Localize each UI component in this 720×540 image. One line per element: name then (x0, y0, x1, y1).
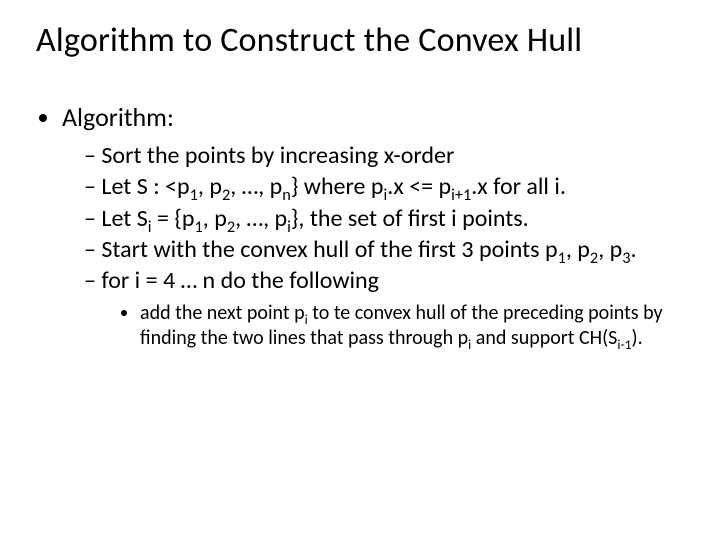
subscript: 2 (222, 185, 230, 205)
bullet-list-level2: Sort the points by increasing x-orderLet… (62, 141, 684, 350)
bullet-item: Let S : <p1, p2, …, pn} where pi.x <= pi… (84, 172, 684, 201)
bullet-item: for i = 4 … n do the followingadd the ne… (84, 266, 684, 350)
subscript: i (305, 311, 308, 328)
bullet-item: Start with the convex hull of the first … (84, 235, 684, 264)
subscript: i (287, 216, 291, 236)
bullet-text: Algorithm: (62, 101, 174, 133)
bullet-item: Algorithm: Sort the points by increasing… (62, 101, 684, 350)
subscript: 2 (590, 248, 598, 268)
slide-title: Algorithm to Construct the Convex Hull (36, 20, 684, 61)
slide: Algorithm to Construct the Convex Hull A… (0, 0, 720, 540)
subscript: i (148, 216, 152, 236)
bullet-item: add the next point pi to te convex hull … (140, 301, 684, 350)
subscript: n (282, 185, 291, 205)
subscript: 1 (558, 248, 566, 268)
bullet-item: Let Si = {p1, p2, …, pi}, the set of fir… (84, 204, 684, 233)
subscript: 2 (227, 216, 235, 236)
subscript: 1 (195, 216, 203, 236)
bullet-list-level3: add the next point pi to te convex hull … (100, 301, 684, 350)
bullet-list-level1: Algorithm: Sort the points by increasing… (36, 101, 684, 350)
subscript: 3 (622, 248, 630, 268)
subscript: i+1 (451, 185, 471, 205)
subscript: 1 (190, 185, 198, 205)
subscript: i (384, 185, 388, 205)
subscript: i-1 (617, 336, 631, 353)
subscript: i (468, 336, 471, 353)
bullet-item: Sort the points by increasing x-order (84, 141, 684, 170)
